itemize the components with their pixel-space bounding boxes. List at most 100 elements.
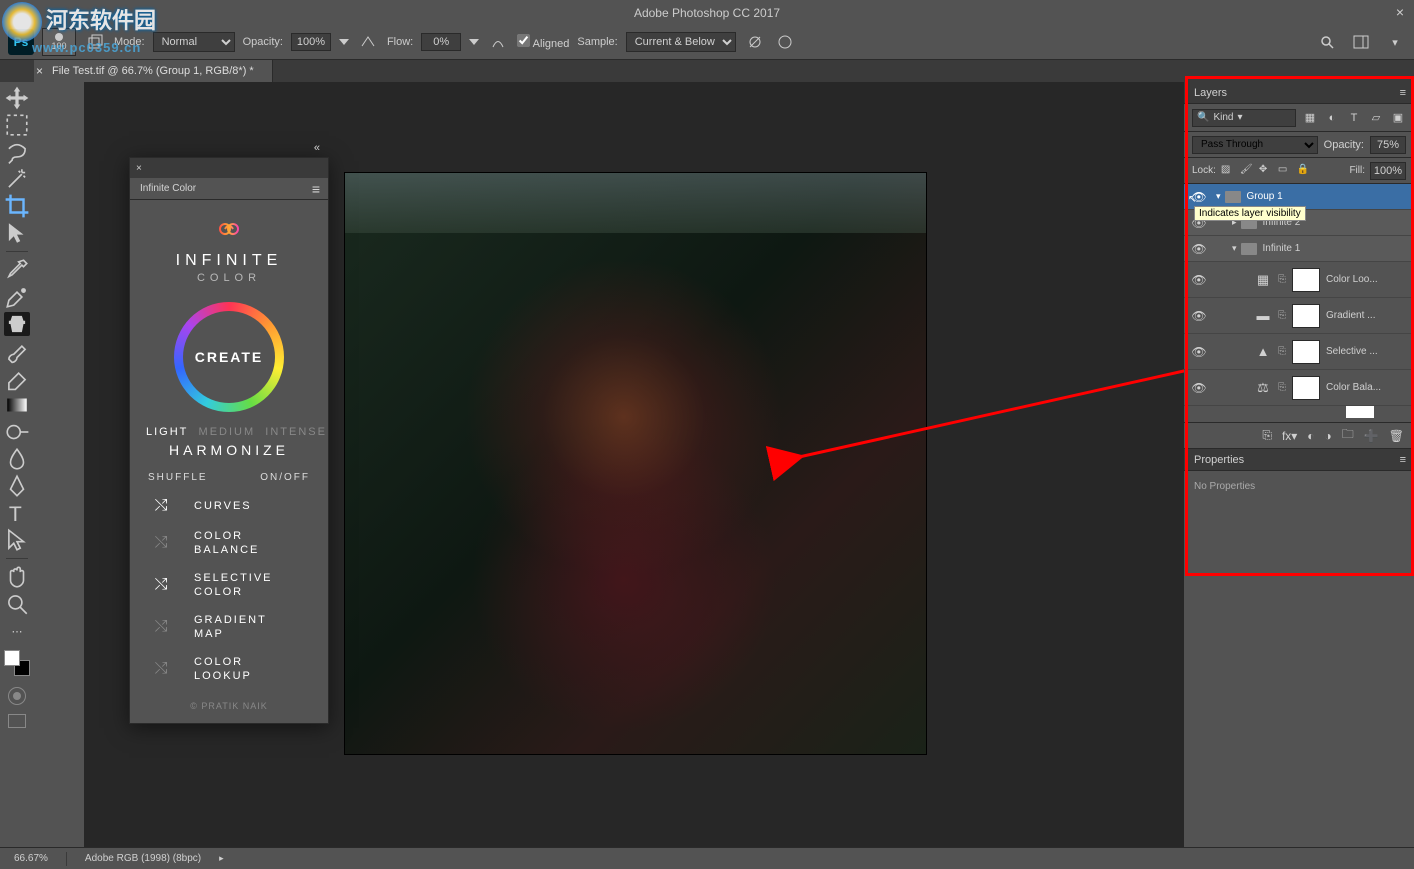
gradient-tool[interactable] xyxy=(4,393,30,417)
visibility-toggle-icon[interactable]: 👁 xyxy=(1188,273,1210,287)
link-mask-icon[interactable]: ⎘ xyxy=(1278,274,1288,285)
intensity-row[interactable]: LIGHT MEDIUM INTENSE xyxy=(146,426,312,438)
infinite-color-panel[interactable]: « × Infinite Color≡ INFINITE COLOR CREAT… xyxy=(129,157,329,724)
workspace-menu-icon[interactable]: ▾ xyxy=(1384,31,1406,53)
delete-layer-icon[interactable]: 🗑 xyxy=(1389,429,1404,443)
opacity-input[interactable] xyxy=(291,33,331,51)
brush-preset-picker[interactable]: 100 xyxy=(42,28,76,56)
selective-color-toggle[interactable]: SELECTIVECOLOR xyxy=(194,571,273,599)
create-button[interactable]: CREATE xyxy=(174,302,284,412)
filter-shape-icon[interactable]: ▱ xyxy=(1368,110,1384,126)
panel-header[interactable]: « × xyxy=(130,158,328,178)
ignore-adjustment-icon[interactable] xyxy=(744,31,766,53)
marquee-tool[interactable] xyxy=(4,113,30,137)
move-tool[interactable] xyxy=(4,86,30,110)
fill-input[interactable] xyxy=(1370,162,1406,180)
layers-tab[interactable]: Layers≡ xyxy=(1184,82,1414,104)
add-mask-icon[interactable]: ◐ xyxy=(1307,429,1314,443)
filter-type-icon[interactable]: T xyxy=(1346,110,1362,126)
layer-mask-thumb[interactable] xyxy=(1292,340,1320,364)
search-icon[interactable] xyxy=(1316,31,1338,53)
layer-group-1[interactable]: 👁↖ ▾ Group 1 Indicates layer visibility xyxy=(1184,184,1414,210)
layer-opacity-input[interactable] xyxy=(1370,136,1406,154)
tab-close-icon[interactable]: × xyxy=(36,64,43,78)
new-layer-icon[interactable]: ➕ xyxy=(1364,429,1379,443)
new-group-icon[interactable]: 🗀 xyxy=(1342,425,1354,446)
zoom-tool[interactable] xyxy=(4,592,30,616)
magic-wand-tool[interactable] xyxy=(4,167,30,191)
ps-logo-icon[interactable]: Ps xyxy=(8,29,34,55)
lock-transparency-icon[interactable]: ▨ xyxy=(1221,164,1235,178)
flow-input[interactable] xyxy=(421,33,461,51)
dodge-tool[interactable] xyxy=(4,420,30,444)
flow-dropdown-icon[interactable] xyxy=(469,39,479,45)
workspace-icon[interactable] xyxy=(1350,31,1372,53)
visibility-toggle-icon[interactable]: 👁 xyxy=(1188,242,1210,256)
crop-tool[interactable] xyxy=(4,194,30,218)
lasso-tool[interactable] xyxy=(4,140,30,164)
shuffle-gradient-icon[interactable]: ⤭ xyxy=(146,618,176,636)
link-mask-icon[interactable]: ⎘ xyxy=(1278,346,1288,357)
link-mask-icon[interactable]: ⎘ xyxy=(1278,382,1288,393)
shuffle-selective-icon[interactable]: ⤭ xyxy=(146,576,176,594)
properties-menu-icon[interactable]: ≡ xyxy=(1400,454,1406,466)
brush-tool[interactable] xyxy=(4,339,30,363)
layer-mask-thumb[interactable] xyxy=(1292,376,1320,400)
type-tool[interactable]: T xyxy=(4,501,30,525)
filter-smart-icon[interactable]: ▣ xyxy=(1390,110,1406,126)
layer-selective-color[interactable]: 👁 ▲ ⎘ Selective ... xyxy=(1184,334,1414,370)
layer-mask-thumb[interactable] xyxy=(1292,304,1320,328)
visibility-toggle-icon[interactable]: 👁↖ xyxy=(1188,190,1210,204)
clone-source-icon[interactable] xyxy=(84,31,106,53)
hand-tool[interactable] xyxy=(4,565,30,589)
fx-icon[interactable]: fx▾ xyxy=(1282,429,1297,443)
canvas-area[interactable]: « × Infinite Color≡ INFINITE COLOR CREAT… xyxy=(34,82,1184,847)
zoom-level[interactable]: 66.67% xyxy=(14,853,48,864)
blend-mode-select[interactable]: Normal xyxy=(153,32,235,52)
panel-menu-icon[interactable]: ≡ xyxy=(312,181,320,197)
shuffle-curves-icon[interactable]: ⤭ xyxy=(146,497,176,515)
edit-toolbar-icon[interactable]: ⋯ xyxy=(4,619,30,643)
filter-pixel-icon[interactable]: ▦ xyxy=(1302,110,1318,126)
partial-layer-thumb[interactable] xyxy=(1346,406,1374,418)
link-layers-icon[interactable]: ⎘ xyxy=(1262,428,1272,443)
airbrush-icon[interactable] xyxy=(487,31,509,53)
selection-arrow-tool[interactable] xyxy=(4,221,30,245)
path-selection-tool[interactable] xyxy=(4,528,30,552)
doc-info[interactable]: Adobe RGB (1998) (8bpc) xyxy=(85,853,201,864)
lock-image-icon[interactable]: 🖌 xyxy=(1240,164,1254,178)
document-canvas[interactable] xyxy=(344,172,927,755)
layer-mask-thumb[interactable] xyxy=(1292,268,1320,292)
opacity-dropdown-icon[interactable] xyxy=(339,39,349,45)
color-balance-toggle[interactable]: COLORBALANCE xyxy=(194,529,259,557)
eraser-tool[interactable] xyxy=(4,366,30,390)
pressure-size-icon[interactable] xyxy=(774,31,796,53)
panel-close-icon[interactable]: × xyxy=(136,163,142,174)
layer-group-infinite1[interactable]: 👁 ▾ Infinite 1 xyxy=(1184,236,1414,262)
aligned-checkbox[interactable]: Aligned xyxy=(517,34,569,50)
blur-tool[interactable] xyxy=(4,447,30,471)
properties-tab[interactable]: Properties≡ xyxy=(1184,449,1414,471)
clone-stamp-tool[interactable] xyxy=(4,312,30,336)
document-tab[interactable]: × File Test.tif @ 66.7% (Group 1, RGB/8*… xyxy=(34,60,273,82)
visibility-toggle-icon[interactable]: 👁 xyxy=(1188,381,1210,395)
visibility-toggle-icon[interactable]: 👁 xyxy=(1188,345,1210,359)
healing-brush-tool[interactable] xyxy=(4,285,30,309)
eyedropper-tool[interactable] xyxy=(4,258,30,282)
layer-color-lookup[interactable]: 👁 ▦ ⎘ Color Loo... xyxy=(1184,262,1414,298)
link-mask-icon[interactable]: ⎘ xyxy=(1278,310,1288,321)
screen-mode-icon[interactable] xyxy=(8,714,26,728)
shuffle-colorbalance-icon[interactable]: ⤭ xyxy=(146,534,176,552)
pen-tool[interactable] xyxy=(4,474,30,498)
visibility-toggle-icon[interactable]: 👁 xyxy=(1188,309,1210,323)
gradient-map-toggle[interactable]: GRADIENTMAP xyxy=(194,613,267,641)
lock-artboard-icon[interactable]: ▭ xyxy=(1278,164,1292,178)
sample-select[interactable]: Current & Below xyxy=(626,32,736,52)
filter-adjustment-icon[interactable]: ◐ xyxy=(1324,110,1340,126)
panel-tab[interactable]: Infinite Color≡ xyxy=(130,178,328,200)
harmonize-button[interactable]: HARMONIZE xyxy=(146,442,312,458)
filter-kind-select[interactable]: 🔍 Kind ▾ xyxy=(1192,109,1296,127)
pressure-opacity-icon[interactable] xyxy=(357,31,379,53)
color-lookup-toggle[interactable]: COLORLOOKUP xyxy=(194,655,252,683)
foreground-background-colors[interactable] xyxy=(4,650,30,676)
